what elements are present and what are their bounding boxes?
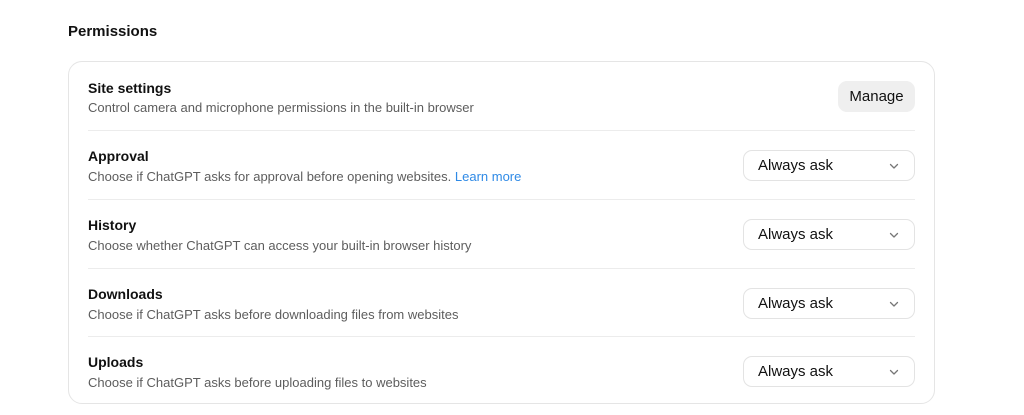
history-select[interactable]: Always ask	[743, 219, 915, 250]
description-text: Choose if ChatGPT asks for approval befo…	[88, 169, 452, 184]
section-title: Permissions	[68, 23, 158, 40]
approval-select[interactable]: Always ask	[743, 150, 915, 181]
chevron-down-icon	[889, 163, 899, 169]
select-value: Always ask	[758, 362, 834, 380]
row-description: Choose if ChatGPT asks for approval befo…	[88, 169, 521, 185]
row-description: Control camera and microphone permission…	[88, 100, 474, 115]
row-description: Choose whether ChatGPT can access your b…	[88, 238, 472, 253]
row-uploads: Uploads Choose if ChatGPT asks before up…	[88, 337, 915, 404]
chevron-down-icon	[889, 369, 899, 375]
select-value: Always ask	[758, 225, 834, 243]
row-history: History Choose whether ChatGPT can acces…	[88, 200, 915, 269]
downloads-select[interactable]: Always ask	[743, 288, 915, 319]
row-title: Downloads	[88, 286, 163, 302]
chevron-down-icon	[889, 301, 899, 307]
learn-more-link[interactable]: Learn more	[455, 169, 521, 184]
select-value: Always ask	[758, 156, 834, 174]
row-approval: Approval Choose if ChatGPT asks for appr…	[88, 131, 915, 200]
row-downloads: Downloads Choose if ChatGPT asks before …	[88, 269, 915, 337]
row-title: Site settings	[88, 80, 172, 96]
permissions-page: Permissions Site settings Control camera…	[0, 0, 1024, 415]
row-description: Choose if ChatGPT asks before downloadin…	[88, 307, 459, 322]
row-title: Approval	[88, 148, 149, 164]
manage-button[interactable]: Manage	[838, 81, 915, 112]
chevron-down-icon	[889, 232, 899, 238]
row-title: Uploads	[88, 354, 144, 370]
uploads-select[interactable]: Always ask	[743, 356, 915, 387]
row-title: History	[88, 217, 137, 233]
select-value: Always ask	[758, 294, 834, 312]
row-site-settings: Site settings Control camera and microph…	[88, 62, 915, 131]
permissions-card: Site settings Control camera and microph…	[68, 61, 935, 404]
row-description: Choose if ChatGPT asks before uploading …	[88, 375, 427, 390]
